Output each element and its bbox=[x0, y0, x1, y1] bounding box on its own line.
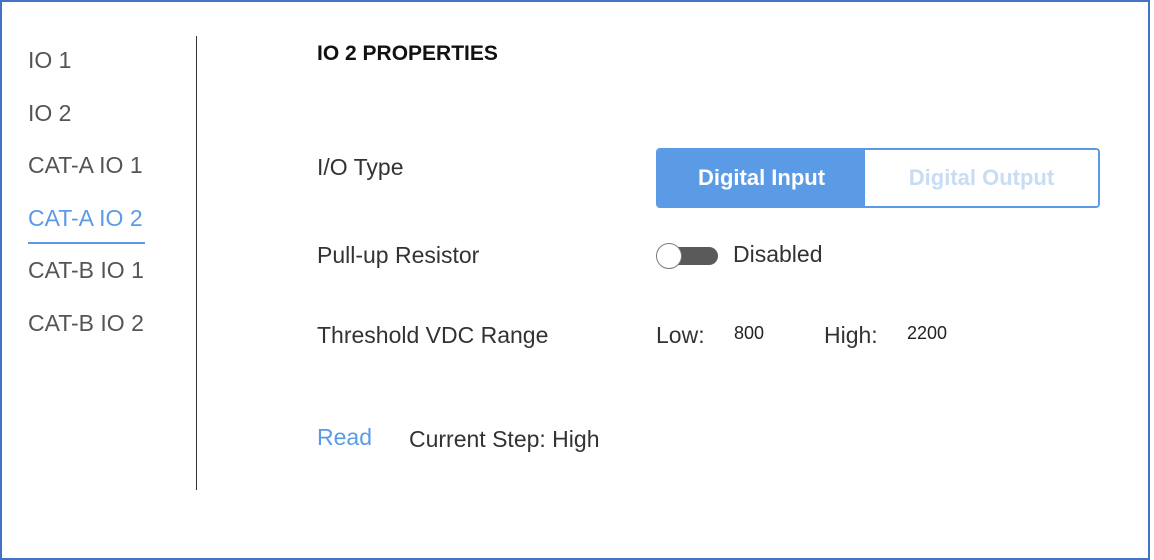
sidebar-item-label: CAT-A IO 1 bbox=[28, 152, 143, 178]
sidebar-item-cat-b-io-1[interactable]: CAT-B IO 1 bbox=[28, 248, 144, 301]
pullup-resistor-label: Pull-up Resistor bbox=[317, 242, 480, 268]
sidebar-divider bbox=[196, 36, 197, 490]
read-link[interactable]: Read bbox=[317, 424, 372, 451]
threshold-range-label: Threshold VDC Range bbox=[317, 322, 549, 348]
sidebar-item-cat-a-io-1[interactable]: CAT-A IO 1 bbox=[28, 143, 144, 196]
page-title: IO 2 PROPERTIES bbox=[317, 42, 498, 65]
io-type-label: I/O Type bbox=[317, 154, 404, 180]
pullup-resistor-state: Disabled bbox=[733, 241, 823, 267]
digital-input-option[interactable]: Digital Input bbox=[658, 150, 865, 206]
sidebar-item-cat-b-io-2[interactable]: CAT-B IO 2 bbox=[28, 301, 144, 354]
panel-frame bbox=[0, 0, 1150, 560]
sidebar-item-cat-a-io-2[interactable]: CAT-A IO 2 bbox=[28, 196, 145, 249]
sidebar-item-label: CAT-A IO 2 bbox=[28, 196, 145, 244]
sidebar-item-io-1[interactable]: IO 1 bbox=[28, 38, 144, 91]
threshold-high-label: High: bbox=[824, 322, 878, 348]
sidebar-item-io-2[interactable]: IO 2 bbox=[28, 91, 144, 144]
current-step-status: Current Step: High bbox=[409, 426, 600, 452]
io-type-segmented-control: Digital Input Digital Output bbox=[656, 148, 1100, 208]
sidebar-item-label: CAT-B IO 2 bbox=[28, 309, 144, 336]
threshold-low-label: Low: bbox=[656, 322, 705, 348]
sidebar-item-label: IO 2 bbox=[28, 99, 72, 126]
pullup-resistor-toggle[interactable] bbox=[656, 243, 719, 269]
toggle-knob bbox=[656, 243, 682, 269]
sidebar: IO 1 IO 2 CAT-A IO 1 CAT-A IO 2 CAT-B IO… bbox=[28, 38, 145, 354]
digital-output-option[interactable]: Digital Output bbox=[865, 150, 1098, 206]
threshold-low-input[interactable] bbox=[734, 318, 806, 348]
threshold-high-input[interactable] bbox=[907, 318, 987, 348]
sidebar-item-label: IO 1 bbox=[28, 47, 72, 73]
sidebar-item-label: CAT-B IO 1 bbox=[28, 257, 144, 283]
